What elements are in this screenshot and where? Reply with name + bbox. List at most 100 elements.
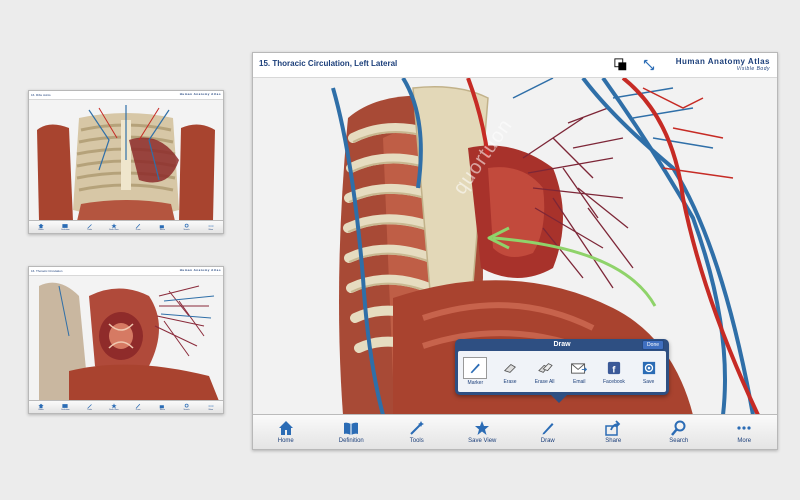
header-bar: 15. Thoracic Circulation, Left Lateral H… [253, 53, 777, 78]
home-button[interactable]: Home [260, 420, 312, 444]
thumb-save-view-button[interactable]: Save View [106, 223, 122, 231]
email-icon [568, 358, 590, 378]
draw-tools: Marker Erase Erase All Email f Facebook … [458, 351, 666, 392]
email-label: Email [573, 379, 586, 385]
search-icon [670, 420, 686, 436]
draw-popup-title: Draw [553, 341, 571, 348]
color-swatch-icon[interactable] [613, 57, 629, 73]
thumb-save-view-label: Save View [109, 409, 119, 411]
thumb-scene [29, 276, 223, 401]
draw-popup: Draw Done Marker Erase Erase All Email f… [455, 339, 669, 403]
thumb-tools-label: Tools [87, 229, 92, 231]
thumb-save-view-label: Save View [109, 229, 119, 231]
thumb-toolbar: Home Definition Tools Save View Draw Sha… [29, 400, 223, 413]
search-button[interactable]: Search [653, 420, 705, 444]
bottom-toolbar: Home Definition Tools Save View Draw Sha… [253, 414, 777, 449]
save-view-label: Save View [468, 438, 497, 444]
thumb-home-button[interactable]: Home [33, 223, 49, 231]
thumb-definition-button[interactable]: Definition [57, 403, 73, 411]
thumb-share-label: Share [159, 409, 166, 411]
draw-label: Draw [540, 438, 555, 444]
brand-logo: Human Anatomy Atlas Visible Body [676, 57, 770, 72]
thumbnail-heart[interactable]: 16. Thoracic Circulation Human Anatomy A… [28, 266, 224, 414]
book-icon [344, 422, 359, 435]
eraser-icon [499, 358, 521, 378]
share-icon [605, 420, 621, 436]
expand-icon[interactable] [641, 57, 657, 73]
share-button[interactable]: Share [587, 420, 639, 444]
email-button[interactable]: Email [564, 358, 594, 385]
thumb-definition-label: Definition [61, 409, 70, 411]
thumb-home-label: Home [38, 409, 44, 411]
thumb-search-button[interactable]: Search [179, 223, 195, 231]
erase-all-button[interactable]: Erase All [530, 358, 560, 385]
thumbnail-ribs[interactable]: 16. Ribs Joints Human Anatomy Atlas Home [28, 90, 224, 234]
thumb-definition-button[interactable]: Definition [57, 223, 73, 231]
marker-button[interactable]: Marker [460, 357, 490, 386]
thumb-share-button[interactable]: Share [154, 223, 170, 231]
thumb-tools-button[interactable]: Tools [82, 403, 98, 411]
thumb-draw-label: Draw [135, 409, 141, 411]
more-label: More [737, 438, 752, 444]
facebook-label: Facebook [602, 379, 625, 385]
thumb-more-label: More [208, 229, 214, 231]
thumb-title: 16. Thoracic Circulation [31, 269, 63, 273]
marker-icon [463, 357, 488, 379]
facebook-button[interactable]: f Facebook [599, 358, 629, 385]
pencil-icon [542, 423, 554, 435]
thumb-save-view-button[interactable]: Save View [106, 403, 122, 411]
tools-label: Tools [409, 438, 424, 444]
wand-icon [410, 421, 424, 435]
star-icon [475, 421, 490, 435]
thumb-title: 16. Ribs Joints [31, 93, 51, 97]
thumb-brand-text: Human Anatomy Atlas [179, 268, 221, 272]
thumb-home-button[interactable]: Home [33, 403, 49, 411]
save-label: Save [642, 379, 655, 385]
draw-button[interactable]: Draw [522, 420, 574, 444]
thumb-scene [29, 100, 223, 221]
save-icon [638, 358, 660, 378]
thumb-definition-label: Definition [61, 229, 70, 231]
share-label: Share [605, 438, 622, 444]
erase-label: Erase [503, 379, 517, 385]
marker-label: Marker [467, 380, 484, 386]
thumb-header: 16. Thoracic Circulation Human Anatomy A… [29, 267, 223, 276]
thumb-tools-button[interactable]: Tools [82, 223, 98, 231]
thumb-search-label: Search [183, 229, 190, 231]
thumb-search-label: Search [183, 409, 190, 411]
save-view-button[interactable]: Save View [456, 420, 508, 444]
thumb-draw-button[interactable]: Draw [130, 223, 146, 231]
brand-sub: Visible Body [736, 66, 770, 72]
definition-label: Definition [338, 438, 364, 444]
thumb-brand: Human Anatomy Atlas [180, 92, 221, 96]
thumb-toolbar: Home Definition Tools Save View Draw Sha… [29, 220, 223, 233]
home-label: Home [277, 438, 294, 444]
thumb-more-button[interactable]: More [203, 223, 219, 231]
home-icon [278, 421, 293, 435]
thumb-share-button[interactable]: Share [154, 403, 170, 411]
erase-all-label: Erase All [534, 379, 555, 385]
facebook-icon: f [603, 358, 625, 378]
erase-button[interactable]: Erase [495, 358, 525, 385]
tools-button[interactable]: Tools [391, 420, 443, 444]
done-button[interactable]: Done [642, 340, 664, 350]
more-icon [737, 426, 751, 430]
thumb-tools-label: Tools [87, 409, 92, 411]
thumb-share-label: Share [159, 229, 166, 231]
thumb-brand: Human Anatomy Atlas [180, 268, 221, 272]
page-title: 15. Thoracic Circulation, Left Lateral [259, 59, 398, 68]
more-button[interactable]: More [718, 420, 770, 444]
definition-button[interactable]: Definition [325, 420, 377, 444]
thumb-header: 16. Ribs Joints Human Anatomy Atlas [29, 91, 223, 100]
erase-all-icon [534, 358, 556, 378]
thumb-more-label: More [208, 409, 214, 411]
thumb-home-label: Home [38, 229, 44, 231]
thumb-search-button[interactable]: Search [179, 403, 195, 411]
save-button[interactable]: Save [634, 358, 664, 385]
thumb-draw-button[interactable]: Draw [130, 403, 146, 411]
brand-name: Human Anatomy Atlas [675, 57, 770, 66]
thumb-brand-text: Human Anatomy Atlas [179, 92, 221, 96]
main-anatomy-view: 15. Thoracic Circulation, Left Lateral H… [252, 52, 778, 450]
thumb-draw-label: Draw [135, 229, 141, 231]
thumb-more-button[interactable]: More [203, 403, 219, 411]
